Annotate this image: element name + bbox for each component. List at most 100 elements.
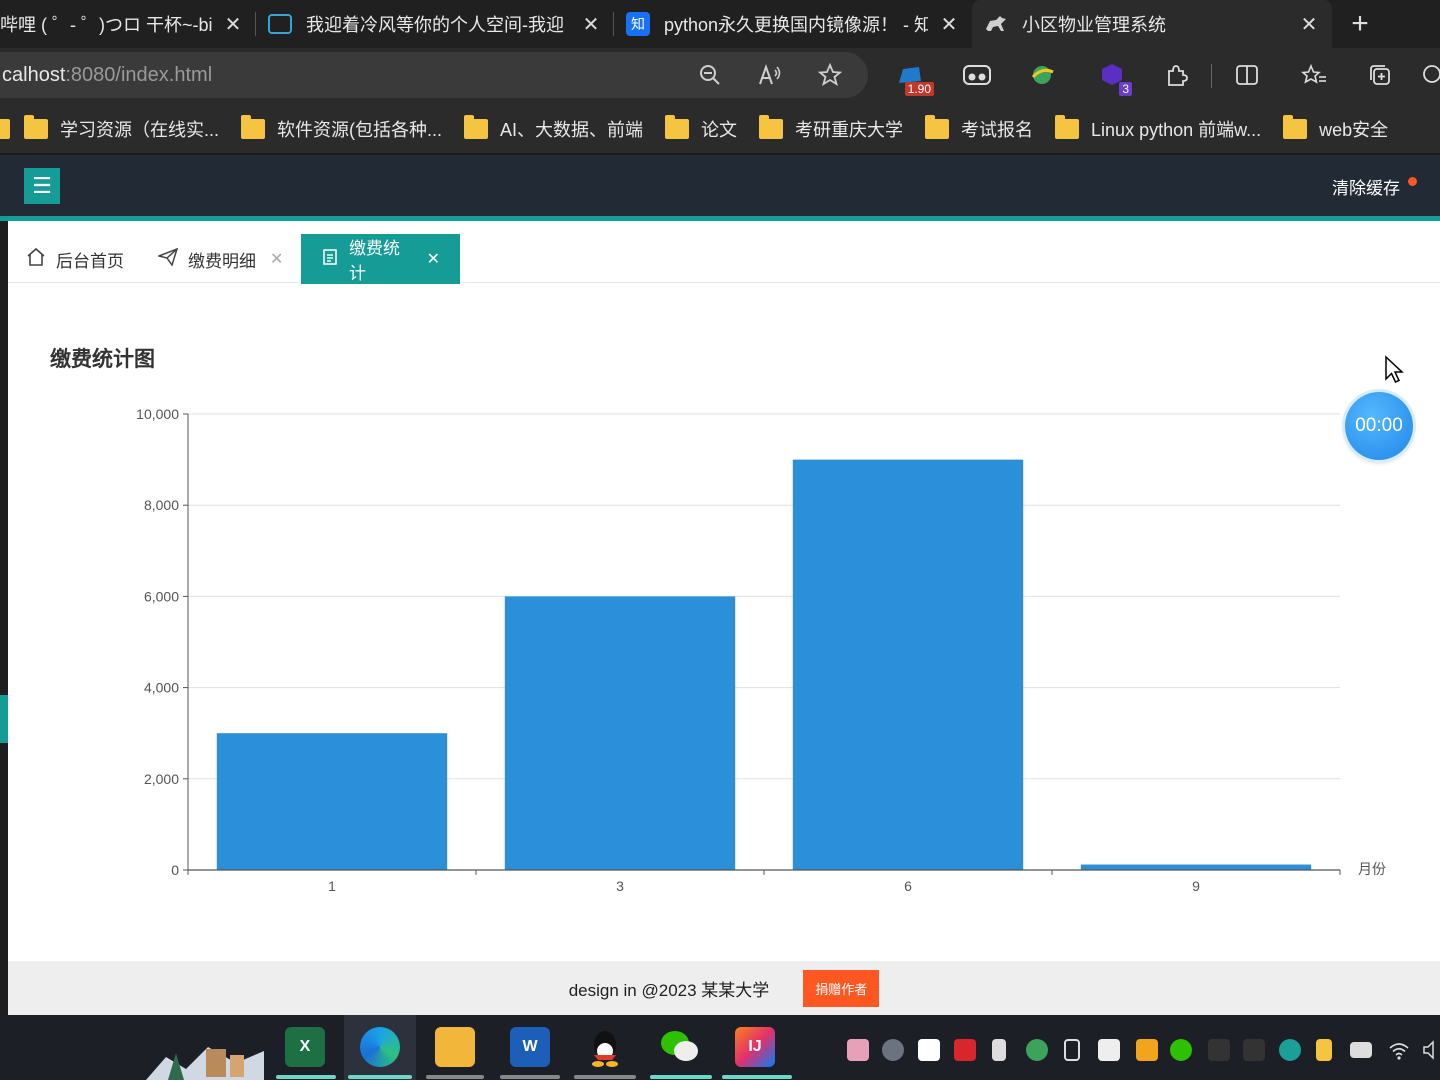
extension-badge: 1.90 xyxy=(904,82,934,96)
bookmark-folder[interactable]: 考试报名 xyxy=(925,114,1033,142)
x-axis-label: 月份 xyxy=(1358,861,1386,877)
globe-extension-icon[interactable] xyxy=(1020,52,1064,98)
x-tick-label: 9 xyxy=(1192,878,1200,894)
tray-qq-icon[interactable] xyxy=(1243,1039,1265,1061)
browser-tab-zhihu[interactable]: 知 python永久更换国内镜像源！ - 知 ✕ xyxy=(614,0,972,48)
left-edge-marker xyxy=(0,695,8,743)
winter-widget-icon[interactable] xyxy=(146,1029,264,1080)
tray-flower-icon[interactable] xyxy=(847,1039,869,1061)
address-row: calhost:8080/index.html 1.90 3 xyxy=(0,48,1440,104)
extension-badge: 3 xyxy=(1119,82,1132,96)
horse-icon xyxy=(984,12,1008,36)
tray-wifi-icon[interactable] xyxy=(1388,1039,1410,1061)
bookmark-folder[interactable]: 考研重庆大学 xyxy=(759,114,904,142)
x-tick-label: 6 xyxy=(904,878,912,894)
glasses-extension-icon[interactable] xyxy=(955,52,999,98)
folder-icon xyxy=(1055,114,1080,139)
running-indicator xyxy=(650,1075,712,1079)
new-tab-button[interactable]: + xyxy=(1332,0,1388,48)
file-explorer-icon[interactable] xyxy=(435,1027,475,1067)
tray-sync-icon[interactable] xyxy=(1279,1039,1301,1061)
collections-icon[interactable] xyxy=(1358,52,1402,98)
windows-taskbar: X W IJ xyxy=(0,1015,1440,1080)
url-text: calhost:8080/index.html xyxy=(2,63,213,86)
tray-wechat-icon[interactable] xyxy=(1170,1039,1192,1061)
close-icon[interactable]: ✕ xyxy=(222,12,244,37)
read-aloud-icon[interactable] xyxy=(750,52,790,98)
tray-youdao-icon[interactable] xyxy=(954,1039,976,1061)
bookmark-folder[interactable]: 学习资源（在线实... xyxy=(24,114,220,142)
folder-icon xyxy=(665,114,690,139)
tray-shield-icon[interactable] xyxy=(1136,1039,1158,1061)
tray-battery-icon[interactable] xyxy=(1350,1042,1372,1058)
bar xyxy=(504,596,736,870)
tray-globe-icon[interactable] xyxy=(1026,1039,1048,1061)
edge-browser-icon[interactable] xyxy=(360,1027,400,1067)
close-icon[interactable]: ✕ xyxy=(938,12,960,37)
close-icon[interactable]: ✕ xyxy=(1298,12,1320,37)
wechat-icon[interactable] xyxy=(660,1027,700,1067)
bar xyxy=(216,733,448,870)
x-tick-label: 1 xyxy=(328,878,336,894)
bookmark-folder[interactable]: AI、大数据、前端 xyxy=(464,114,644,142)
browser-tab-bilibili[interactable]: 哔哩 ( ゜- ゜)つロ 干杯~-bilib ✕ xyxy=(0,0,256,48)
feedback-icon[interactable] xyxy=(1418,52,1440,98)
y-tick-label: 8,000 xyxy=(144,497,179,513)
browser-tab-strip: 哔哩 ( ゜- ゜)つロ 干杯~-bilib ✕ 我迎着冷风等你的个人空间-我迎… xyxy=(0,0,1440,48)
tray-play-icon[interactable] xyxy=(918,1039,940,1061)
browser-tab-space[interactable]: 我迎着冷风等你的个人空间-我迎 ✕ xyxy=(256,0,614,48)
address-bar[interactable]: calhost:8080/index.html xyxy=(0,52,868,98)
puzzle-icon[interactable] xyxy=(1154,52,1198,98)
running-indicator xyxy=(574,1075,636,1079)
tray-usb-icon[interactable] xyxy=(992,1039,1006,1061)
clear-cache-button[interactable]: 清除缓存 xyxy=(1332,174,1400,199)
folder-icon xyxy=(464,114,489,139)
bilibili-tv-icon xyxy=(268,14,292,34)
donate-button[interactable]: 捐赠作者 xyxy=(803,969,880,1007)
bookmark-folder[interactable]: 论文 xyxy=(665,114,737,142)
bookmarks-bar: 学习资源（在线实... 软件资源(包括各种... AI、大数据、前端 论文 考研… xyxy=(0,104,1440,154)
menu-toggle-button[interactable]: ☰ xyxy=(24,168,60,204)
running-indicator xyxy=(426,1075,484,1079)
folder-icon xyxy=(24,114,48,139)
bar xyxy=(1080,864,1312,870)
bookmark-folder[interactable]: 软件资源(包括各种... xyxy=(241,114,442,142)
y-tick-label: 0 xyxy=(171,862,179,878)
left-edge xyxy=(0,221,8,1015)
bookmark-label: 学习资源（在线实... xyxy=(60,119,220,140)
tray-volume-icon[interactable] xyxy=(1422,1039,1440,1061)
main-content: 后台首页 缴费明细 ✕ 缴费统计 ✕ 缴费统计图 0 2,000 4,000 6,00… xyxy=(8,221,1440,961)
running-indicator xyxy=(722,1075,792,1079)
zoom-out-icon[interactable] xyxy=(690,52,730,98)
bookmark-label: 考研重庆大学 xyxy=(795,119,904,140)
extension-icon[interactable]: 1.90 xyxy=(888,52,934,98)
tray-drive-icon[interactable] xyxy=(1064,1039,1080,1061)
toolbar-divider xyxy=(1211,64,1212,88)
mouse-cursor-icon xyxy=(1385,355,1404,383)
tray-qq-icon[interactable] xyxy=(1208,1039,1230,1061)
qq-icon[interactable] xyxy=(585,1027,625,1067)
cube-extension-icon[interactable]: 3 xyxy=(1090,52,1134,98)
favorites-icon[interactable] xyxy=(1292,52,1336,98)
bar xyxy=(792,459,1024,870)
excel-icon[interactable]: X xyxy=(285,1027,325,1067)
browser-tab-active[interactable]: 小区物业管理系统 ✕ xyxy=(972,0,1332,48)
running-indicator xyxy=(348,1075,412,1079)
favorite-star-icon[interactable] xyxy=(810,52,850,98)
tray-usb-drive-icon[interactable] xyxy=(1316,1039,1332,1061)
tab-title: 哔哩 ( ゜- ゜)つロ 干杯~-bilib xyxy=(0,15,212,35)
tray-cloud-icon[interactable] xyxy=(882,1039,904,1061)
intellij-idea-icon[interactable]: IJ xyxy=(735,1027,775,1067)
bookmark-folder[interactable]: Linux python 前端w... xyxy=(1055,114,1261,142)
bookmark-label: AI、大数据、前端 xyxy=(500,119,644,140)
notification-dot xyxy=(1408,177,1417,186)
y-tick-label: 10,000 xyxy=(136,406,179,422)
y-tick-label: 4,000 xyxy=(144,680,179,696)
tray-defender-icon[interactable] xyxy=(1098,1039,1120,1061)
word-icon[interactable]: W xyxy=(510,1027,550,1067)
split-screen-icon[interactable] xyxy=(1225,52,1269,98)
timer-widget[interactable]: 00:00 xyxy=(1345,392,1413,460)
zhihu-icon: 知 xyxy=(626,12,650,36)
close-icon[interactable]: ✕ xyxy=(580,12,602,37)
bookmark-folder[interactable]: web安全 xyxy=(1283,114,1388,142)
